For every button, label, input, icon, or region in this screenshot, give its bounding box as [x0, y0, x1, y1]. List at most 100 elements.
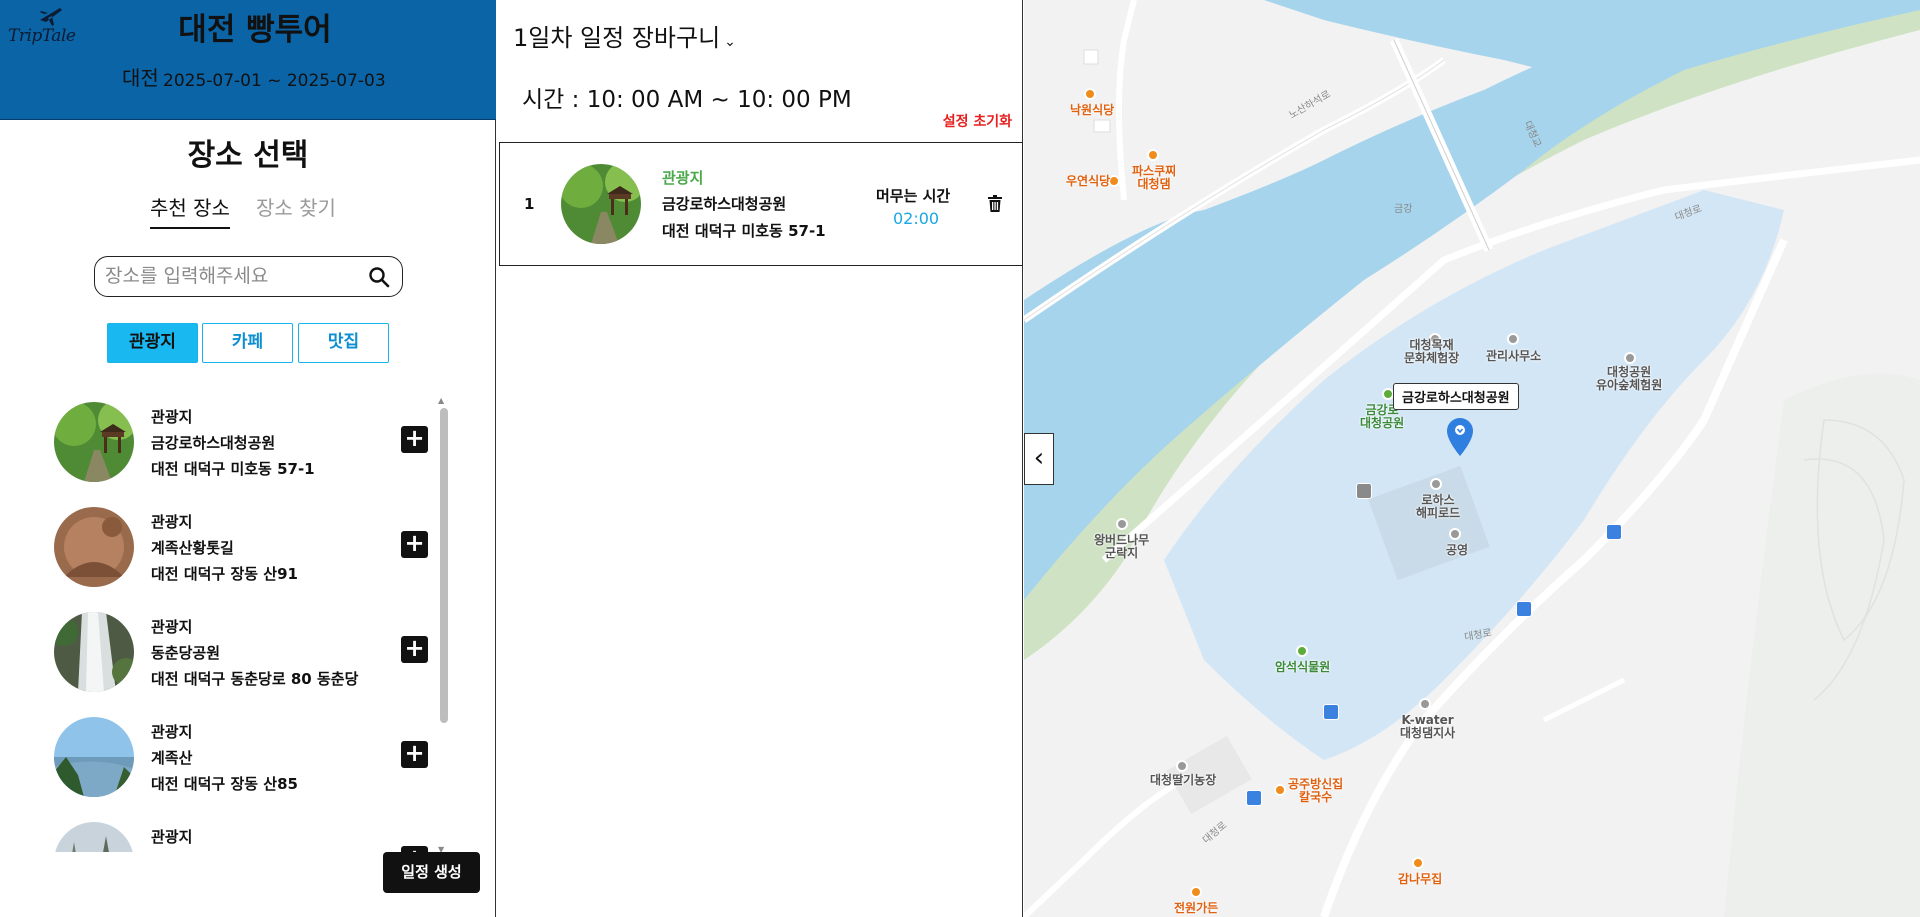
place-search	[94, 256, 403, 297]
trash-icon[interactable]	[988, 195, 1002, 212]
schedule-panel: 1일차 일정 장바구니 ⌄ 시간 : 10: 00 AM ~ 10: 00 PM …	[497, 0, 1023, 917]
bus-stop-icon[interactable]	[1606, 524, 1622, 540]
chevron-down-icon: ⌄	[724, 34, 736, 50]
map-label-wangbeodeu[interactable]: 왕버드나무 군락지	[1094, 534, 1149, 560]
scrollbar-thumb[interactable]	[440, 408, 448, 723]
stay-time-value[interactable]: 02:00	[893, 209, 939, 228]
trip-city: 대전	[122, 66, 159, 90]
place-list-scrollbar[interactable]: ▲ ▼	[438, 396, 448, 854]
place-thumbnail	[54, 612, 134, 692]
place-thumbnail	[54, 822, 134, 852]
restaurant-icon[interactable]	[1084, 88, 1096, 100]
map-label-parking[interactable]: 공영	[1446, 544, 1468, 557]
place-select-title: 장소 선택	[187, 138, 309, 173]
poi-icon[interactable]	[1430, 478, 1442, 490]
poi-icon[interactable]	[1507, 333, 1519, 345]
location-pin-icon[interactable]	[1447, 418, 1473, 456]
map-label-gongju[interactable]: 공주방신집 칼국수	[1288, 778, 1343, 804]
schedule-entry[interactable]: 1 관광지 금강로하스대청공원 대전 대덕구 미호동 57-1 머무는 시간 0…	[499, 142, 1023, 266]
add-place-button[interactable]: +	[401, 531, 428, 558]
map-label-gamnamu[interactable]: 감나무집	[1398, 873, 1442, 886]
road-label: 금강	[1394, 204, 1413, 215]
poi-icon[interactable]	[1624, 352, 1636, 364]
bus-stop-icon[interactable]	[1246, 790, 1262, 806]
day-selector[interactable]: 1일차 일정 장바구니 ⌄	[513, 18, 736, 53]
list-item[interactable]: 관광지 +	[44, 810, 454, 852]
map-label-mokjae[interactable]: 대청목재 문화체험장	[1404, 339, 1459, 365]
map-label-office[interactable]: 관리사무소	[1486, 350, 1541, 363]
day-selector-label: 1일차 일정 장바구니	[513, 24, 721, 52]
map-label-jeonwon[interactable]: 전원가든	[1174, 902, 1218, 915]
category-restaurant-button[interactable]: 맛집	[298, 323, 389, 363]
generate-schedule-button[interactable]: 일정 생성	[383, 852, 480, 893]
tab-recommended[interactable]: 추천 장소	[150, 192, 230, 229]
tab-find-place[interactable]: 장소 찾기	[256, 192, 336, 227]
list-item[interactable]: 관광지 금강로하스대청공원 대전 대덕구 미호동 57-1 +	[44, 390, 454, 495]
map-label-pasta[interactable]: 파스쿠찌 대청댐	[1132, 165, 1176, 191]
place-category: 관광지	[151, 618, 193, 636]
stay-time-label: 머무는 시간	[876, 187, 951, 205]
place-address: 대전 대덕구 장동 산91	[151, 565, 298, 583]
place-thumbnail	[561, 164, 641, 244]
search-icon[interactable]	[368, 266, 390, 288]
list-item[interactable]: 관광지 동춘당공원 대전 대덕구 동춘당로 80 동춘당 +	[44, 600, 454, 705]
place-name: 계족산	[151, 749, 193, 767]
time-range[interactable]: 시간 : 10: 00 AM ~ 10: 00 PM	[522, 80, 852, 114]
category-tourism-button[interactable]: 관광지	[107, 323, 198, 363]
add-place-button[interactable]: +	[401, 741, 428, 768]
bus-stop-icon[interactable]	[1323, 704, 1339, 720]
place-category: 관광지	[151, 408, 193, 426]
entry-category: 관광지	[662, 169, 704, 187]
place-address: 대전 대덕구 미호동 57-1	[151, 460, 315, 478]
map-label-farm[interactable]: 대청딸기농장	[1150, 774, 1216, 787]
place-name: 금강로하스대청공원	[151, 434, 276, 452]
place-category: 관광지	[151, 828, 193, 846]
place-thumbnail	[54, 402, 134, 482]
restaurant-icon[interactable]	[1412, 857, 1424, 869]
search-input[interactable]	[105, 263, 355, 289]
place-name: 동춘당공원	[151, 644, 221, 662]
entry-index: 1	[524, 195, 535, 213]
collapse-panel-button[interactable]: ‹	[1024, 433, 1054, 485]
map-label-lohas-road[interactable]: 로하스 해피로드	[1416, 494, 1460, 520]
restaurant-icon[interactable]	[1190, 886, 1202, 898]
entry-name: 금강로하스대청공원	[662, 195, 787, 213]
map-label-woyeon[interactable]: 우연식당	[1066, 175, 1110, 188]
trip-title: 대전 빵투어	[178, 12, 332, 48]
poi-icon[interactable]	[1116, 518, 1128, 530]
place-panel: TripTale 대전 빵투어 대전 2025-07-01 ~ 2025-07-…	[0, 0, 496, 917]
map-label-kwater[interactable]: K-water 대청댐지사	[1400, 714, 1455, 740]
map-label-forest[interactable]: 대청공원 유아숲체험원	[1596, 366, 1662, 392]
trip-header: TripTale 대전 빵투어 대전 2025-07-01 ~ 2025-07-…	[0, 0, 496, 120]
place-address: 대전 대덕구 동춘당로 80 동춘당	[151, 670, 359, 688]
add-place-button[interactable]: +	[401, 636, 428, 663]
map-selected-place-tooltip: 금강로하스대청공원	[1393, 383, 1519, 410]
list-item[interactable]: 관광지 계족산 대전 대덕구 장동 산85 +	[44, 705, 454, 810]
poi-icon[interactable]	[1176, 760, 1188, 772]
category-cafe-button[interactable]: 카페	[202, 323, 293, 363]
app-root: TripTale 대전 빵투어 대전 2025-07-01 ~ 2025-07-…	[0, 0, 1920, 917]
scroll-up-icon[interactable]: ▲	[438, 396, 444, 405]
place-address: 대전 대덕구 장동 산85	[151, 775, 298, 793]
place-category: 관광지	[151, 513, 193, 531]
place-list: 관광지 금강로하스대청공원 대전 대덕구 미호동 57-1 + 관광지 계족산황…	[44, 390, 454, 852]
map-label-amseok[interactable]: 암석식물원	[1275, 661, 1330, 674]
restaurant-icon[interactable]	[1274, 784, 1286, 796]
place-thumbnail	[54, 507, 134, 587]
poi-icon[interactable]	[1419, 698, 1431, 710]
place-name: 계족산황톳길	[151, 539, 234, 557]
restroom-icon[interactable]	[1356, 483, 1372, 499]
reset-settings-button[interactable]: 설정 초기화	[943, 111, 1012, 131]
add-place-button[interactable]: +	[401, 426, 428, 453]
park-icon[interactable]	[1296, 645, 1308, 657]
map-view[interactable]: 낙원식당 우연식당 파스쿠찌 대청댐 노산하석로 대청교 금강 대청로 대청로 …	[1024, 0, 1920, 917]
list-item[interactable]: 관광지 계족산황톳길 대전 대덕구 장동 산91 +	[44, 495, 454, 600]
place-category: 관광지	[151, 723, 193, 741]
place-thumbnail	[54, 717, 134, 797]
entry-address: 대전 대덕구 미호동 57-1	[662, 222, 826, 240]
cafe-icon[interactable]	[1147, 149, 1159, 161]
bus-stop-icon[interactable]	[1516, 601, 1532, 617]
parking-icon[interactable]	[1449, 528, 1461, 540]
map-label-nakwon[interactable]: 낙원식당	[1070, 104, 1114, 117]
trip-dates: 2025-07-01 ~ 2025-07-03	[163, 71, 386, 91]
